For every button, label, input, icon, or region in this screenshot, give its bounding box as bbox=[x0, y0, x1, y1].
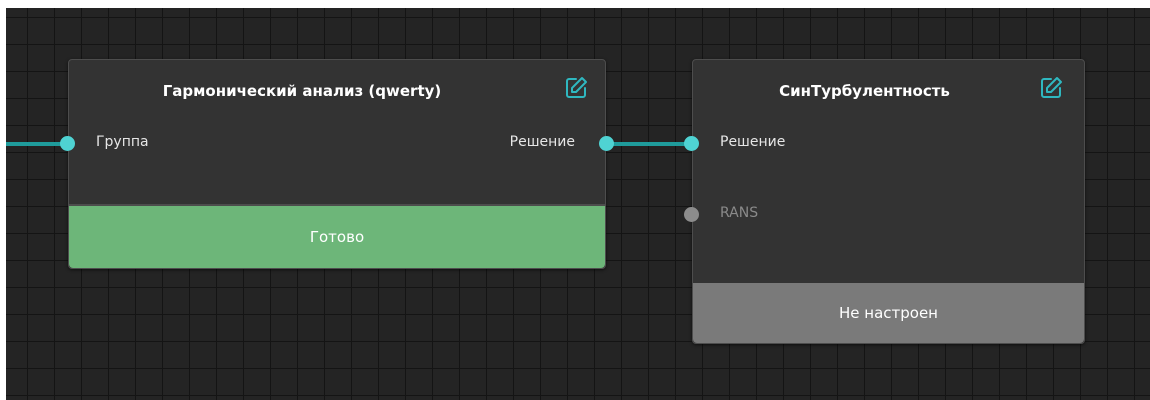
node-harmonic-analysis[interactable]: Гармонический анализ (qwerty) Группа Реш… bbox=[60, 59, 614, 269]
edit-pencil-icon[interactable] bbox=[1039, 76, 1063, 100]
connection-wire-incoming[interactable] bbox=[6, 142, 62, 146]
connection-wire-solution[interactable] bbox=[603, 142, 689, 146]
edit-pencil-icon[interactable] bbox=[564, 76, 588, 100]
input-port-solution[interactable] bbox=[684, 136, 699, 151]
input-port-rans[interactable] bbox=[684, 207, 699, 222]
input-port-group[interactable] bbox=[60, 136, 75, 151]
input-label-rans: RANS bbox=[720, 205, 759, 221]
input-label-group: Группа bbox=[96, 134, 149, 150]
node-title: СинТурбулентность bbox=[779, 82, 950, 100]
status-badge-ready: Готово bbox=[69, 204, 605, 268]
node-graph-canvas[interactable]: Гармонический анализ (qwerty) Группа Реш… bbox=[6, 8, 1150, 400]
output-port-solution[interactable] bbox=[599, 136, 614, 151]
input-label-solution: Решение bbox=[720, 134, 786, 150]
output-label-solution: Решение bbox=[509, 134, 575, 150]
node-title: Гармонический анализ (qwerty) bbox=[162, 82, 442, 100]
status-badge-not-configured: Не настроен bbox=[693, 283, 1084, 343]
node-synthetic-turbulence[interactable]: СинТурбулентность Решение RANS Не настро… bbox=[684, 59, 1085, 344]
